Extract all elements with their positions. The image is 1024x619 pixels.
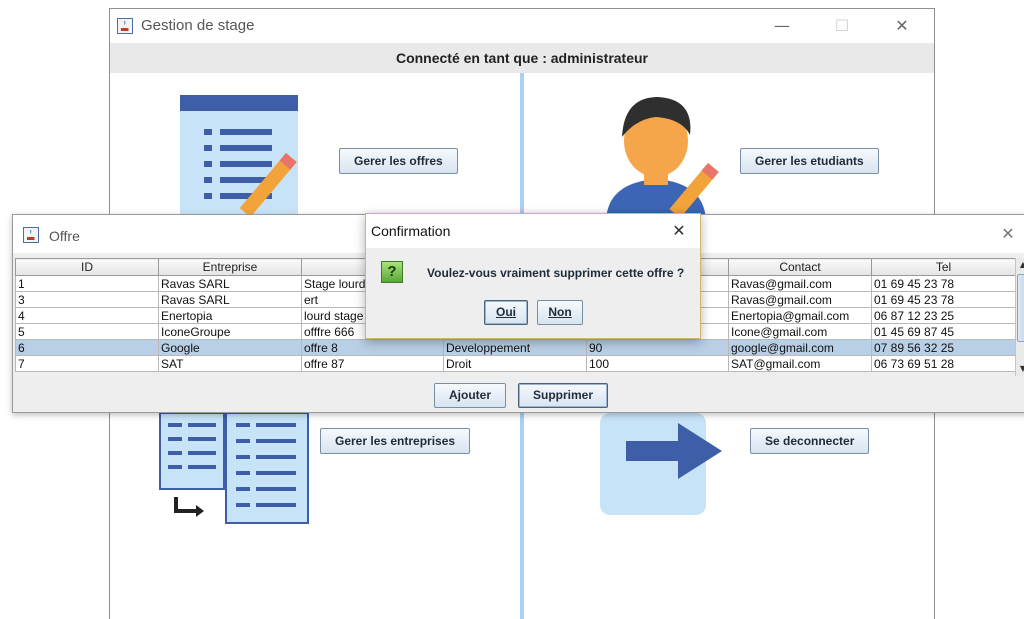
yes-button[interactable]: Oui: [484, 300, 528, 325]
cell-id: 5: [15, 323, 159, 340]
cell-contact: Icone@gmail.com: [728, 323, 872, 340]
cell-contact: google@gmail.com: [728, 339, 872, 356]
table-scrollbar[interactable]: ▲ ▼: [1015, 258, 1024, 376]
scrollbar-thumb[interactable]: [1017, 274, 1024, 342]
question-icon: ?: [381, 261, 403, 283]
main-titlebar: Gestion de stage — ☐ ✕: [110, 9, 934, 43]
confirm-dialog: Confirmation ✕ ? Voulez-vous vraiment su…: [365, 213, 701, 339]
cell-tel: 01 69 45 23 78: [871, 275, 1016, 292]
column-header-entreprise[interactable]: Entreprise: [158, 258, 302, 276]
manage-offers-button[interactable]: Gerer les offres: [339, 148, 458, 174]
scroll-up-icon[interactable]: ▲: [1016, 258, 1024, 272]
cell-entreprise: Enertopia: [158, 307, 302, 324]
java-app-icon: [23, 227, 39, 243]
dialog-close-button[interactable]: ✕: [666, 218, 692, 244]
manage-companies-button[interactable]: Gerer les entreprises: [320, 428, 471, 454]
cell-entreprise: SAT: [158, 355, 302, 372]
cell-tel: 01 69 45 23 78: [871, 291, 1016, 308]
cell-id: 6: [15, 339, 159, 356]
cell-contact: Ravas@gmail.com: [728, 291, 872, 308]
cell-entreprise: Ravas SARL: [158, 275, 302, 292]
cell-id: 3: [15, 291, 159, 308]
table-row[interactable]: 7 SAT offre 87 Droit 100 SAT@gmail.com 0…: [15, 355, 1016, 372]
column-header-id[interactable]: ID: [15, 258, 159, 276]
cell-contact: Ravas@gmail.com: [728, 275, 872, 292]
scroll-down-icon[interactable]: ▼: [1016, 362, 1024, 376]
dialog-titlebar: Confirmation ✕: [366, 214, 700, 248]
dialog-title: Confirmation: [371, 223, 451, 239]
dialog-message: Voulez-vous vraiment supprimer cette off…: [427, 266, 685, 280]
cell-domaine: Developpement: [443, 339, 587, 356]
cell-titre: offre 8: [301, 339, 444, 356]
cell-tel: 07 89 56 32 25: [871, 339, 1016, 356]
offers-list-icon: [180, 95, 298, 225]
cell-id: 4: [15, 307, 159, 324]
logout-button[interactable]: Se deconnecter: [750, 428, 870, 454]
table-row-selected[interactable]: 6 Google offre 8 Developpement 90 google…: [15, 339, 1016, 356]
cell-entreprise: IconeGroupe: [158, 323, 302, 340]
companies-documents-icon: [159, 413, 309, 524]
column-header-tel[interactable]: Tel: [871, 258, 1016, 276]
cell-tel: 06 87 12 23 25: [871, 307, 1016, 324]
desktop: Gestion de stage — ☐ ✕ Connecté en tant …: [0, 0, 1024, 619]
cell-duree: 100: [586, 355, 729, 372]
offre-window-title: Offre: [49, 228, 80, 244]
cell-tel: 01 45 69 87 45: [871, 323, 1016, 340]
maximize-button[interactable]: ☐: [822, 13, 862, 39]
cell-tel: 06 73 69 51 28: [871, 355, 1016, 372]
cell-id: 1: [15, 275, 159, 292]
offre-close-button[interactable]: ✕: [993, 221, 1023, 247]
minimize-button[interactable]: —: [762, 13, 802, 39]
java-app-icon: [117, 18, 133, 34]
add-offer-button[interactable]: Ajouter: [434, 383, 506, 408]
logout-arrow-icon: [600, 413, 722, 515]
no-button[interactable]: Non: [537, 300, 583, 325]
cell-contact: SAT@gmail.com: [728, 355, 872, 372]
cell-id: 7: [15, 355, 159, 372]
cell-entreprise: Ravas SARL: [158, 291, 302, 308]
student-avatar-icon: [606, 97, 719, 223]
close-button[interactable]: ✕: [882, 13, 922, 39]
cell-duree: 90: [586, 339, 729, 356]
cell-entreprise: Google: [158, 339, 302, 356]
cell-domaine: Droit: [443, 355, 587, 372]
cell-titre: offre 87: [301, 355, 444, 372]
connected-label: Connecté en tant que : administrateur: [110, 43, 934, 73]
cell-contact: Enertopia@gmail.com: [728, 307, 872, 324]
delete-offer-button[interactable]: Supprimer: [518, 383, 609, 408]
main-window-title: Gestion de stage: [141, 17, 255, 34]
manage-students-button[interactable]: Gerer les etudiants: [740, 148, 879, 174]
column-header-contact[interactable]: Contact: [728, 258, 872, 276]
